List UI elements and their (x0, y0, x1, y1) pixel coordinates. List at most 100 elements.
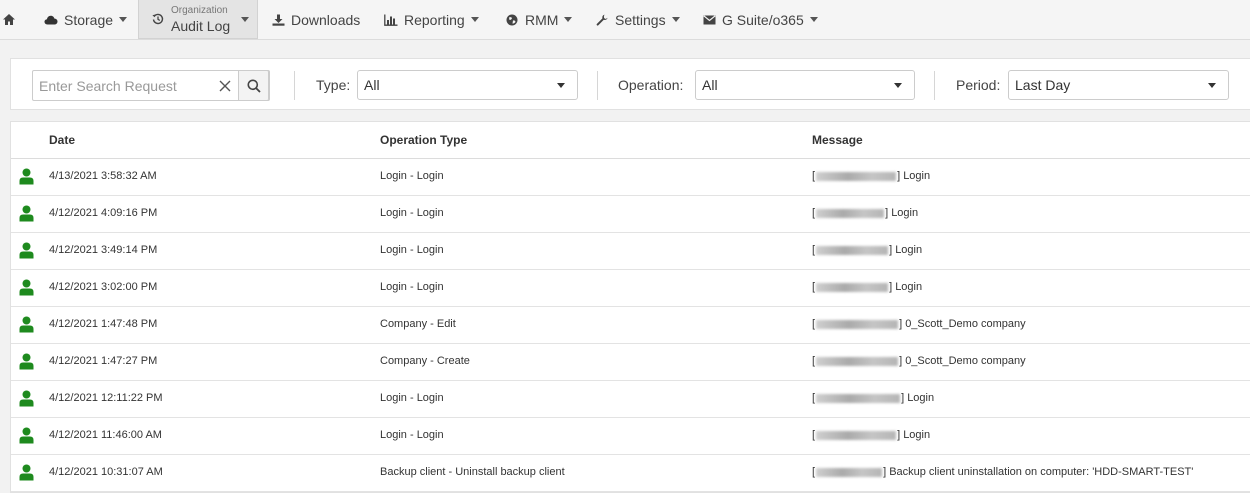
table-row[interactable]: 4/12/2021 10:31:07 AM Backup client - Un… (11, 455, 1250, 492)
operation-select-value: All (702, 77, 718, 93)
row-operation-type: Login - Login (380, 281, 444, 293)
row-message-text: Login (895, 244, 923, 256)
redacted-text (816, 171, 897, 181)
audit-log-table: Date Operation Type Message 4/13/2021 3:… (10, 121, 1250, 493)
row-message-text: Login (903, 429, 931, 441)
row-message: [] Login (812, 244, 923, 256)
redacted-text (816, 356, 899, 366)
row-date: 4/12/2021 1:47:27 PM (49, 355, 158, 367)
table-row[interactable]: 4/13/2021 3:58:32 AM Login - Login [] Lo… (11, 159, 1250, 196)
row-message-text: Login (895, 281, 923, 293)
nav-settings[interactable]: Settings (595, 0, 680, 39)
user-icon (19, 390, 34, 412)
row-date: 4/13/2021 3:58:32 AM (49, 170, 157, 182)
search-input[interactable] (33, 71, 239, 100)
table-row[interactable]: 4/12/2021 3:49:14 PM Login - Login [] Lo… (11, 233, 1250, 270)
user-icon (19, 316, 34, 338)
user-icon (19, 205, 34, 227)
nav-downloads[interactable]: Downloads (271, 0, 360, 39)
row-operation-type: Login - Login (380, 244, 444, 256)
redacted-text (816, 282, 889, 292)
table-row[interactable]: 4/12/2021 1:47:27 PM Company - Create []… (11, 344, 1250, 381)
row-message: [] Login (812, 207, 919, 219)
redacted-text (816, 430, 897, 440)
nav-rmm[interactable]: RMM (505, 0, 573, 39)
table-row[interactable]: 4/12/2021 1:47:48 PM Company - Edit [] 0… (11, 307, 1250, 344)
chevron-down-icon (241, 16, 250, 22)
column-header-message[interactable]: Message (812, 133, 863, 147)
row-operation-type: Login - Login (380, 429, 444, 441)
chevron-down-icon (1208, 83, 1216, 88)
row-operation-type: Company - Edit (380, 318, 456, 330)
row-message: [] Login (812, 429, 931, 441)
row-message: [] Login (812, 170, 931, 182)
row-message: [] 0_Scott_Demo company (812, 318, 1026, 330)
nav-reporting-label: Reporting (404, 11, 465, 28)
row-date: 4/12/2021 4:09:16 PM (49, 207, 158, 219)
row-operation-type: Login - Login (380, 170, 444, 182)
table-row[interactable]: 4/12/2021 4:09:16 PM Login - Login [] Lo… (11, 196, 1250, 233)
user-icon (19, 242, 34, 264)
row-message-text: Backup client uninstallation on computer… (889, 466, 1194, 478)
filter-divider (597, 71, 598, 100)
row-date: 4/12/2021 11:46:00 AM (49, 429, 162, 441)
table-row[interactable]: 4/12/2021 11:46:00 AM Login - Login [] L… (11, 418, 1250, 455)
chevron-down-icon (557, 83, 565, 88)
nav-audit-log[interactable]: Organization Audit Log (138, 0, 258, 39)
nav-reporting[interactable]: Reporting (384, 0, 479, 39)
row-operation-type: Login - Login (380, 207, 444, 219)
period-label: Period: (956, 77, 1001, 93)
top-navigation: Storage Organization Audit Log Downloads… (0, 0, 1250, 40)
table-row[interactable]: 4/12/2021 12:11:22 PM Login - Login [] L… (11, 381, 1250, 418)
chevron-down-icon (671, 17, 680, 22)
operation-select[interactable]: All (695, 70, 915, 100)
chevron-down-icon (470, 17, 479, 22)
nav-settings-label: Settings (615, 11, 666, 28)
search-box (32, 70, 270, 101)
row-message: [] Login (812, 281, 923, 293)
row-message-text: Login (907, 392, 935, 404)
chevron-down-icon (119, 17, 128, 22)
user-icon (19, 279, 34, 301)
redacted-text (816, 319, 899, 329)
column-header-operation-type[interactable]: Operation Type (380, 133, 467, 147)
envelope-icon (702, 13, 716, 27)
type-select[interactable]: All (357, 70, 578, 100)
chevron-down-icon (564, 17, 573, 22)
user-icon (19, 168, 34, 190)
search-button[interactable] (238, 70, 269, 101)
filter-divider (934, 71, 935, 100)
table-row[interactable]: 4/12/2021 3:02:00 PM Login - Login [] Lo… (11, 270, 1250, 307)
bar-chart-icon (384, 13, 398, 27)
type-select-value: All (364, 77, 380, 93)
redacted-text (816, 245, 889, 255)
column-header-date[interactable]: Date (49, 133, 75, 147)
row-date: 4/12/2021 3:49:14 PM (49, 244, 158, 256)
nav-audit-log-section: Organization (171, 4, 228, 16)
nav-audit-log-title: Audit Log (171, 17, 231, 34)
row-operation-type: Company - Create (380, 355, 470, 367)
nav-audit-log-label: Organization Audit Log (171, 4, 231, 34)
type-label: Type: (316, 77, 351, 93)
nav-gsuite[interactable]: G Suite/o365 (702, 0, 818, 39)
history-icon (151, 12, 165, 26)
filter-bar: Type: All Operation: All Period: Last Da… (10, 58, 1250, 110)
clear-search-icon[interactable] (215, 76, 235, 96)
nav-rmm-label: RMM (525, 11, 559, 28)
nav-gsuite-label: G Suite/o365 (722, 11, 804, 28)
nav-downloads-label: Downloads (291, 11, 361, 28)
row-message-text: 0_Scott_Demo company (905, 355, 1026, 367)
table-header: Date Operation Type Message (11, 122, 1250, 159)
nav-home[interactable] (0, 0, 18, 39)
home-icon (2, 13, 16, 27)
row-date: 4/12/2021 3:02:00 PM (49, 281, 158, 293)
user-icon (19, 353, 34, 375)
user-icon (19, 427, 34, 449)
row-operation-type: Login - Login (380, 392, 444, 404)
period-select[interactable]: Last Day (1008, 70, 1229, 100)
globe-icon (505, 13, 519, 27)
nav-storage[interactable]: Storage (44, 0, 128, 39)
row-date: 4/12/2021 1:47:48 PM (49, 318, 158, 330)
chevron-down-icon (809, 17, 818, 22)
redacted-text (816, 467, 883, 477)
